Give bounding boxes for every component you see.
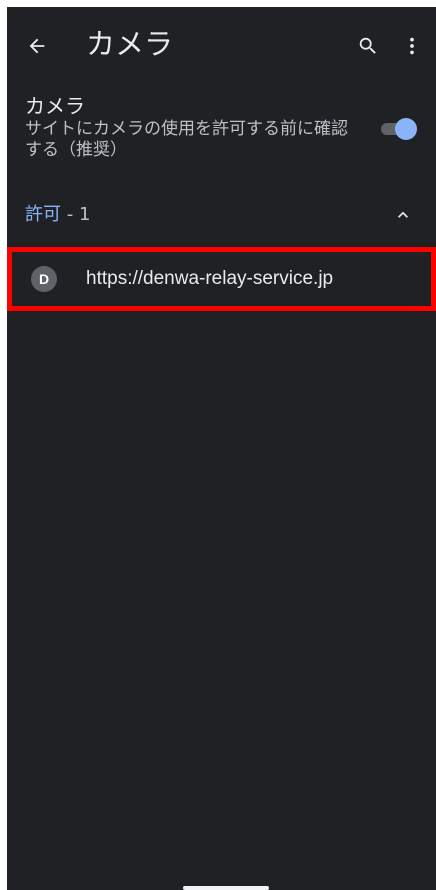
more-vert-icon [410, 37, 414, 55]
allowed-section-header[interactable]: 許可 - 1 [7, 195, 436, 235]
site-url: https://denwa-relay-service.jp [86, 268, 334, 289]
setting-summary: サイトにカメラの使用を許可する前に確認する（推奨） [25, 119, 348, 160]
allowed-label: 許可 [25, 204, 61, 225]
allowed-count: - 1 [61, 204, 91, 225]
allowed-section-label: 許可 - 1 [25, 203, 90, 227]
navigation-handle[interactable] [183, 886, 269, 890]
site-favicon: D [31, 266, 57, 292]
setting-title: カメラ [25, 94, 85, 118]
chevron-up-icon [398, 211, 408, 218]
arrow-back-icon [29, 38, 45, 54]
page-title: カメラ [86, 27, 174, 61]
camera-toggle-switch[interactable] [381, 117, 417, 141]
app-bar: カメラ [7, 7, 436, 87]
search-icon [359, 37, 376, 54]
collapse-button[interactable] [391, 204, 415, 226]
site-list-item[interactable]: D https://denwa-relay-service.jp [7, 247, 436, 311]
more-options-button[interactable] [400, 31, 424, 61]
search-button[interactable] [353, 31, 383, 61]
back-button[interactable] [20, 29, 54, 63]
camera-settings-screen: カメラ カメラ サイトにカメラの使用を許可する前に確認する（推奨） 許可 - 1 [7, 7, 436, 890]
toggle-thumb [395, 118, 417, 140]
camera-permission-setting[interactable]: カメラ サイトにカメラの使用を許可する前に確認する（推奨） [7, 91, 436, 173]
